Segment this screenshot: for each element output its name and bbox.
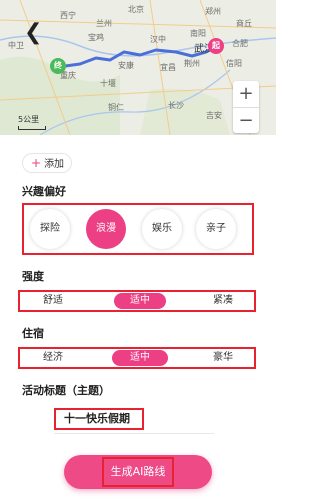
map-label: 商丘 (236, 19, 252, 28)
map-label: 北京 (128, 5, 144, 14)
intensity-option-1[interactable]: 适中 (114, 293, 166, 309)
map-label: 南阳 (190, 29, 206, 38)
generate-ai-route-button[interactable]: 生成AI路线 (64, 455, 212, 489)
start-pin[interactable]: 终 (50, 58, 66, 74)
end-pin[interactable]: 起 (208, 38, 224, 54)
map-label: 吉安 (206, 111, 222, 120)
map-label: 郑州 (205, 7, 221, 16)
lodging-option-0[interactable]: 经济 (30, 350, 76, 366)
add-button[interactable]: + 添加 (22, 153, 72, 173)
interest-option-3[interactable]: 亲子 (196, 209, 236, 249)
back-icon[interactable]: ❮ (24, 22, 44, 46)
map-label: 西宁 (60, 11, 76, 20)
interest-options: 探险 浪漫 娱乐 亲子 (22, 203, 254, 255)
map-label: 荆州 (184, 59, 200, 68)
lodging-option-1[interactable]: 适中 (112, 350, 168, 366)
map-scale-bar (18, 126, 46, 130)
theme-underline (54, 433, 214, 434)
add-button-label: 添加 (44, 159, 65, 170)
map-label: 安康 (118, 61, 134, 70)
map-label: 铜仁 (108, 103, 124, 112)
lodging-option-2[interactable]: 豪华 (200, 350, 246, 366)
intensity-segment: 舒适 适中 紧凑 (18, 290, 256, 312)
intensity-option-0[interactable]: 舒适 (30, 293, 76, 309)
interest-option-1[interactable]: 浪漫 (86, 209, 126, 249)
map-label: 合肥 (232, 39, 248, 48)
map-label: 宝鸡 (88, 33, 104, 42)
zoom-out-button[interactable]: − (233, 107, 259, 133)
route-map[interactable]: 北京 西宁 兰州 郑州 商丘 中卫 宝鸡 汉中 南阳 合肥 安康 宜昌 荆州 武… (0, 0, 276, 135)
map-scale-label: 5公里 (18, 115, 40, 124)
lodging-segment: 经济 适中 豪华 (18, 347, 256, 369)
plus-icon: + (31, 156, 42, 170)
map-label: 长沙 (168, 101, 184, 110)
map-label: 中卫 (8, 41, 24, 50)
interest-title: 兴趣偏好 (22, 185, 66, 198)
interest-option-0[interactable]: 探险 (30, 209, 70, 249)
map-label: 汉中 (150, 35, 166, 44)
map-label: 信阳 (226, 59, 242, 68)
map-label: 重庆 (60, 71, 76, 80)
theme-title: 活动标题（主题） (22, 384, 110, 397)
map-label: 兰州 (96, 19, 112, 28)
intensity-title: 强度 (22, 270, 44, 283)
zoom-control: + − (233, 81, 259, 133)
generate-ai-route-label: 生成AI路线 (102, 457, 174, 487)
intensity-option-2[interactable]: 紧凑 (200, 293, 246, 309)
lodging-title: 住宿 (22, 327, 44, 340)
map-label: 十堰 (100, 79, 116, 88)
zoom-in-button[interactable]: + (233, 81, 259, 107)
theme-input[interactable]: 十一快乐假期 (54, 408, 144, 430)
interest-option-2[interactable]: 娱乐 (142, 209, 182, 249)
map-label: 宜昌 (160, 63, 176, 72)
